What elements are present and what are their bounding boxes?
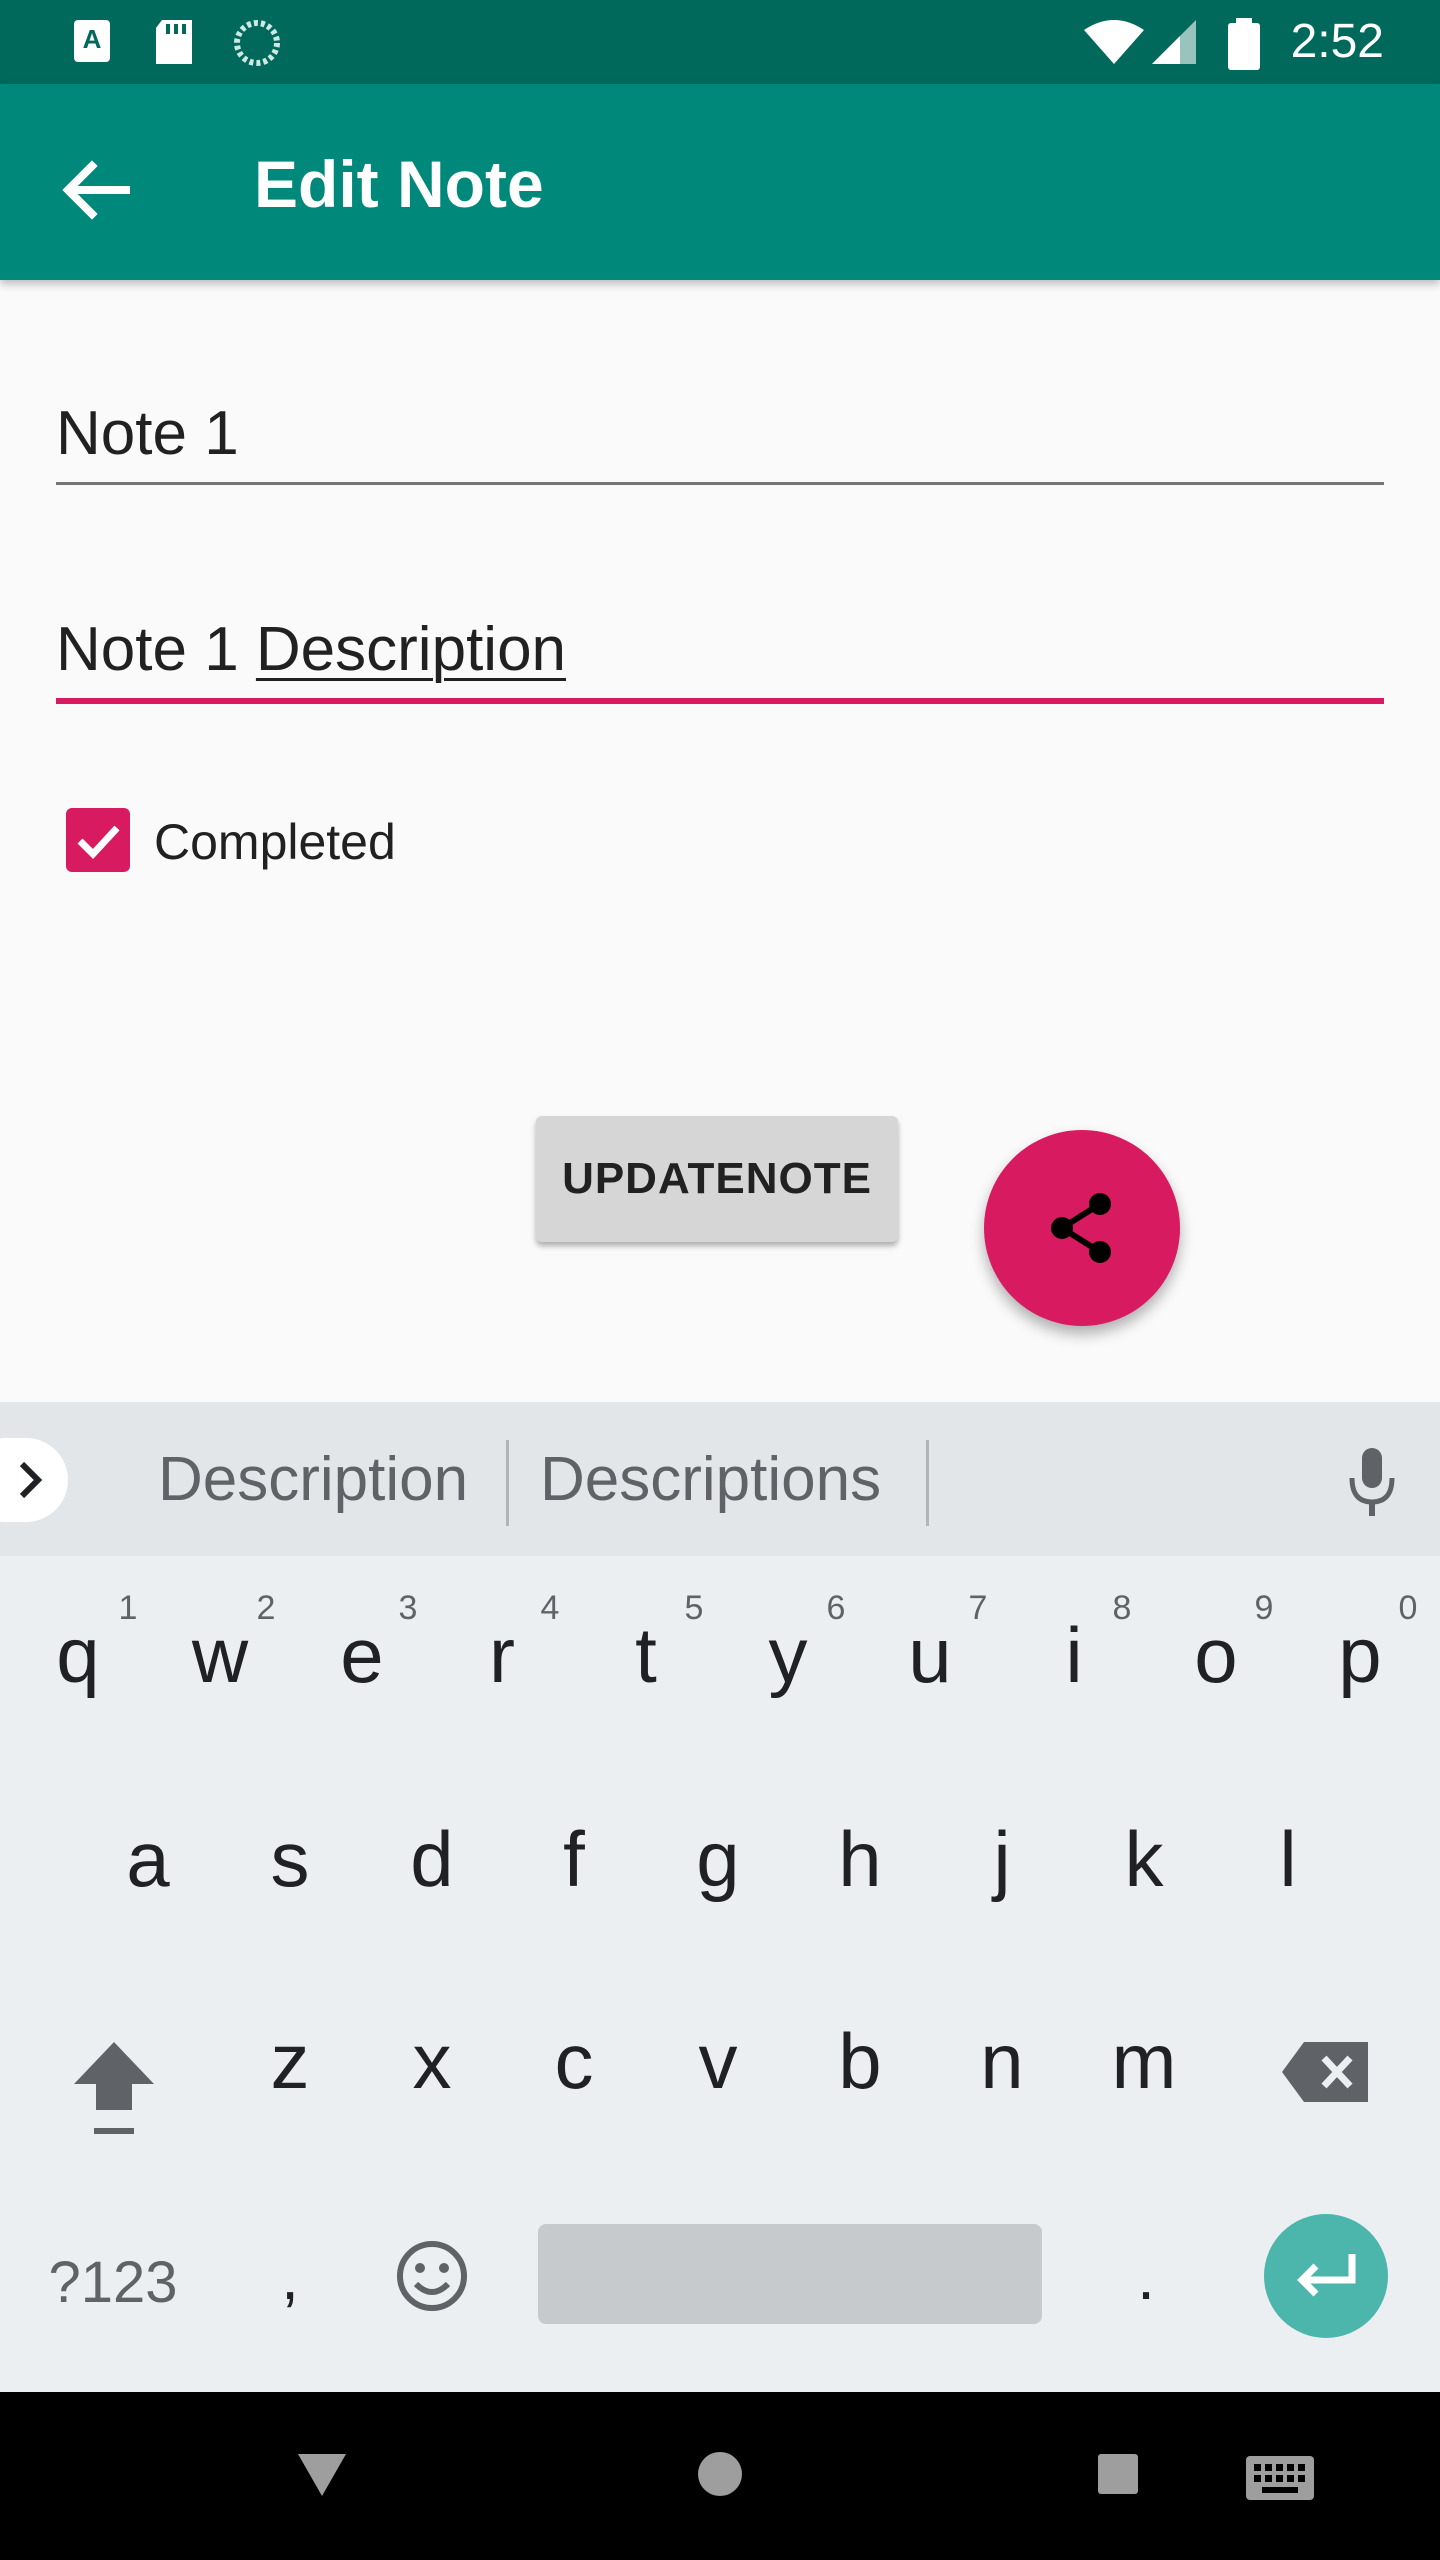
wifi-icon <box>1084 20 1144 64</box>
description-underline-focused <box>56 698 1384 704</box>
keyboard-switch-icon[interactable] <box>1244 2454 1316 2502</box>
suggestion-item[interactable]: Description <box>158 1444 468 1516</box>
svg-text:A: A <box>83 24 102 54</box>
key-hint: 3 <box>398 1589 418 1627</box>
key-hint: 2 <box>256 1589 276 1627</box>
key-hint: 9 <box>1254 1589 1274 1627</box>
back-button[interactable] <box>40 134 152 246</box>
accessibility-app-icon: A <box>74 20 110 62</box>
key-b[interactable]: b <box>800 2016 920 2106</box>
share-icon <box>1051 1193 1111 1263</box>
share-fab[interactable] <box>984 1130 1180 1326</box>
status-time: 2:52 <box>1290 15 1384 68</box>
key-hint: 1 <box>118 1589 138 1627</box>
key-hint: 5 <box>684 1589 704 1627</box>
suggestion-divider <box>926 1440 929 1526</box>
key-hint: 4 <box>540 1589 560 1627</box>
key-k[interactable]: k <box>1084 1814 1204 1904</box>
shift-key-icon[interactable] <box>66 2032 162 2142</box>
key-v[interactable]: v <box>658 2016 778 2106</box>
nav-recents-icon[interactable] <box>1096 2452 1140 2496</box>
space-key[interactable] <box>538 2224 1042 2324</box>
nav-home-icon[interactable] <box>696 2450 744 2498</box>
suggestion-strip: Description Descriptions <box>0 1402 1440 1556</box>
microphone-icon[interactable] <box>1344 1444 1400 1520</box>
arrow-back-icon <box>62 160 130 220</box>
page-title: Edit Note <box>254 147 544 221</box>
key-hint: 8 <box>1112 1589 1132 1627</box>
app-bar: Edit Note <box>0 84 1440 280</box>
key-m[interactable]: m <box>1084 2016 1204 2106</box>
key-hint: 0 <box>1398 1589 1418 1627</box>
key-comma[interactable]: , <box>230 2232 350 2322</box>
key-x[interactable]: x <box>372 2016 492 2106</box>
navigation-bar <box>0 2392 1440 2560</box>
enter-key[interactable] <box>1264 2214 1388 2338</box>
key-g[interactable]: g <box>658 1814 778 1904</box>
note-description-input[interactable]: Note 1 Description <box>56 614 566 686</box>
check-icon <box>77 825 120 860</box>
key-z[interactable]: z <box>230 2016 350 2106</box>
note-title-input[interactable]: Note 1 <box>56 398 239 470</box>
key-f[interactable]: f <box>514 1814 634 1904</box>
key-n[interactable]: n <box>942 2016 1062 2106</box>
spellcheck-word: Description <box>255 615 567 684</box>
key-d[interactable]: d <box>372 1814 492 1904</box>
key-period[interactable]: . <box>1086 2232 1206 2322</box>
chevron-right-icon <box>19 1461 43 1499</box>
suggestion-item[interactable]: Descriptions <box>540 1444 881 1516</box>
key-h[interactable]: h <box>800 1814 920 1904</box>
battery-icon <box>1228 18 1260 70</box>
suggestion-divider <box>506 1440 509 1526</box>
key-l[interactable]: l <box>1228 1814 1348 1904</box>
key-hint: 6 <box>826 1589 846 1627</box>
emoji-key-icon[interactable] <box>394 2238 470 2314</box>
sync-icon <box>234 20 280 66</box>
status-bar: A 2:52 <box>0 0 1440 84</box>
nav-back-icon[interactable] <box>296 2450 348 2500</box>
sd-card-icon <box>156 20 192 64</box>
expand-suggestions-button[interactable] <box>0 1438 68 1522</box>
signal-icon <box>1152 20 1196 64</box>
key-j[interactable]: j <box>942 1814 1062 1904</box>
key-c[interactable]: c <box>514 2016 634 2106</box>
symbols-key[interactable]: ?123 <box>28 2238 198 2328</box>
soft-keyboard: Description Descriptions q w e r t y u i… <box>0 1402 1440 2392</box>
completed-checkbox[interactable] <box>66 808 130 872</box>
backspace-key-icon[interactable] <box>1280 2040 1372 2104</box>
key-hint: 7 <box>968 1589 988 1627</box>
key-a[interactable]: a <box>88 1814 208 1904</box>
key-s[interactable]: s <box>230 1814 350 1904</box>
update-note-button[interactable]: UPDATENOTE <box>536 1116 898 1242</box>
completed-label: Completed <box>154 814 396 870</box>
enter-arrow-icon <box>1297 2254 1356 2297</box>
title-underline <box>56 482 1384 485</box>
